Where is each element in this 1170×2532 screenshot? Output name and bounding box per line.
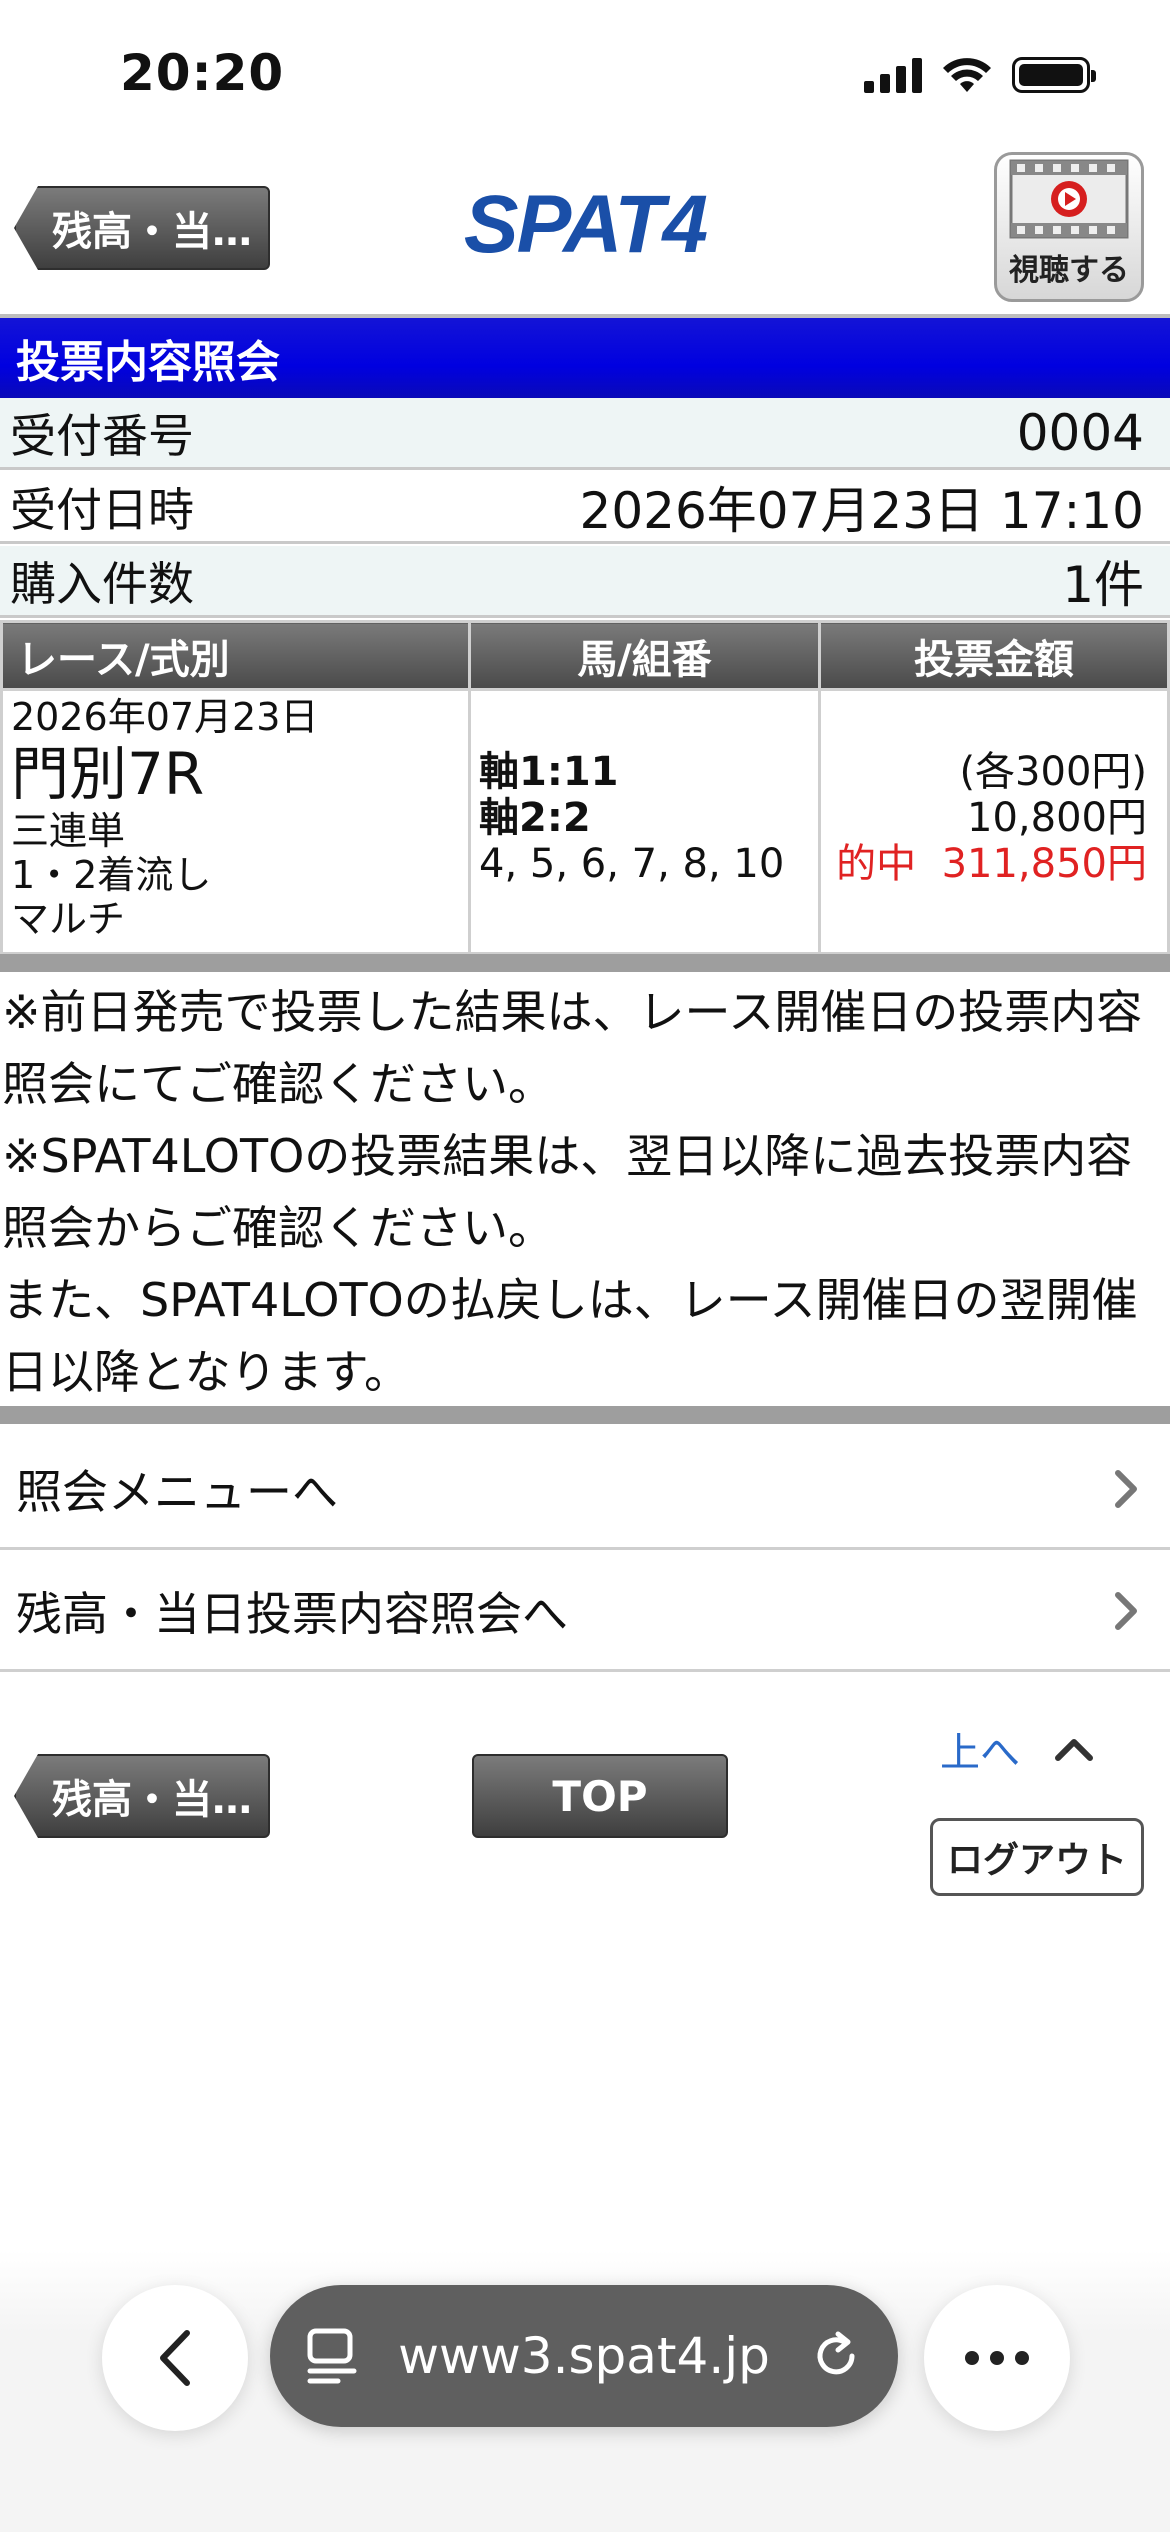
info-value: 1件 <box>1062 555 1144 614</box>
info-label: 受付日時 <box>10 482 194 537</box>
note-1: ※前日発売で投票した結果は、レース開催日の投票内容照会にてご確認ください。 <box>2 985 1143 1111</box>
signal-icon <box>864 57 922 93</box>
status-icons <box>864 56 1096 94</box>
menu-item-balance-inquiry[interactable]: 残高・当日投票内容照会へ <box>0 1552 1170 1672</box>
video-play-icon <box>1009 159 1129 239</box>
note-2: ※SPAT4LOTOの投票結果は、翌日以降に過去投票内容照会からご確認ください。 <box>2 1129 1133 1255</box>
race-date: 2026年07月23日 <box>11 695 319 739</box>
axis1: 軸1:11 <box>479 749 619 795</box>
bet-multi: マルチ <box>11 897 126 941</box>
address-bar[interactable]: www3.spat4.jp <box>270 2285 898 2427</box>
info-value: 0004 <box>1016 403 1144 462</box>
race-name: 門別7R <box>11 740 205 808</box>
info-label: 受付番号 <box>10 408 194 463</box>
chevron-left-icon <box>160 2330 190 2386</box>
footer-back-button[interactable]: 残高・当… <box>14 1754 270 1838</box>
divider <box>0 1406 1170 1424</box>
spat4-logo[interactable]: SPAT4 <box>462 180 708 266</box>
info-label: 購入件数 <box>10 556 194 611</box>
logout-button[interactable]: ログアウト <box>930 1818 1144 1896</box>
scroll-top-label: 上へ <box>940 1730 1020 1776</box>
column-header-amount: 投票金額 <box>818 620 1170 691</box>
page-title: 投票内容照会 <box>0 318 1170 398</box>
bet-table: レース/式別 馬/組番 投票金額 2026年07月23日 門別7R 三連単 1・… <box>0 620 1170 955</box>
horse-cell: 軸1:11 軸2:2 4, 5, 6, 7, 8, 10 <box>468 688 821 955</box>
combination-numbers: 4, 5, 6, 7, 8, 10 <box>479 841 785 887</box>
info-row-purchase-count: 購入件数 1件 <box>0 546 1170 618</box>
browser-toolbar: www3.spat4.jp <box>0 2250 1170 2532</box>
top-button[interactable]: TOP <box>472 1754 728 1838</box>
axis2: 軸2:2 <box>479 795 591 841</box>
notes: ※前日発売で投票した結果は、レース開催日の投票内容照会にてご確認ください。 ※S… <box>0 976 1170 1408</box>
info-row-receipt-number: 受付番号 0004 <box>0 398 1170 470</box>
page-menu-icon[interactable] <box>304 2327 360 2385</box>
menu-item-label: 残高・当日投票内容照会へ <box>16 1586 568 1641</box>
scroll-top-link[interactable]: 上へ <box>940 1720 1094 1778</box>
info-row-receipt-datetime: 受付日時 2026年07月23日 17:10 <box>0 472 1170 544</box>
watch-button[interactable]: 視聴する <box>994 152 1144 302</box>
table-row: 2026年07月23日 門別7R 三連単 1・2着流し マルチ 軸1:11 軸2… <box>0 688 1170 955</box>
amount-cell: (各300円) 10,800円 的中 311,850円 <box>818 688 1170 955</box>
each-amount: (各300円) <box>959 749 1147 795</box>
column-header-horse: 馬/組番 <box>468 620 821 691</box>
more-icon <box>965 2351 1029 2365</box>
column-header-race: レース/式別 <box>0 620 471 691</box>
status-time: 20:20 <box>120 44 285 102</box>
more-button[interactable] <box>924 2285 1070 2431</box>
header-back-button[interactable]: 残高・当… <box>14 186 270 270</box>
watch-label: 視聴する <box>1009 253 1129 288</box>
browser-back-button[interactable] <box>102 2285 248 2431</box>
chevron-up-icon <box>1055 1739 1093 1761</box>
url-text: www3.spat4.jp <box>398 2327 770 2385</box>
chevron-right-icon <box>1115 1469 1137 1508</box>
reload-icon[interactable] <box>808 2328 864 2384</box>
race-cell: 2026年07月23日 門別7R 三連単 1・2着流し マルチ <box>0 688 471 955</box>
hit-amount: 的中 311,850円 <box>836 841 1147 887</box>
menu-item-inquiry-menu[interactable]: 照会メニューへ <box>0 1430 1170 1550</box>
svg-text:SPAT4: SPAT4 <box>464 180 708 266</box>
total-amount: 10,800円 <box>967 795 1147 841</box>
divider <box>0 954 1170 972</box>
note-3: また、SPAT4LOTOの払戻しは、レース開催日の翌開催日以降となります。 <box>2 1273 1138 1399</box>
battery-icon <box>1012 57 1096 93</box>
bet-type: 三連単 <box>11 809 126 853</box>
site-header: 残高・当… SPAT4 視聴する <box>0 140 1170 318</box>
wifi-icon <box>943 58 991 92</box>
chevron-right-icon <box>1115 1591 1137 1630</box>
menu-item-label: 照会メニューへ <box>16 1464 338 1519</box>
bet-method: 1・2着流し <box>11 853 212 897</box>
table-header-row: レース/式別 馬/組番 投票金額 <box>0 620 1170 691</box>
status-bar: 20:20 <box>0 0 1170 140</box>
info-value: 2026年07月23日 17:10 <box>579 481 1144 540</box>
